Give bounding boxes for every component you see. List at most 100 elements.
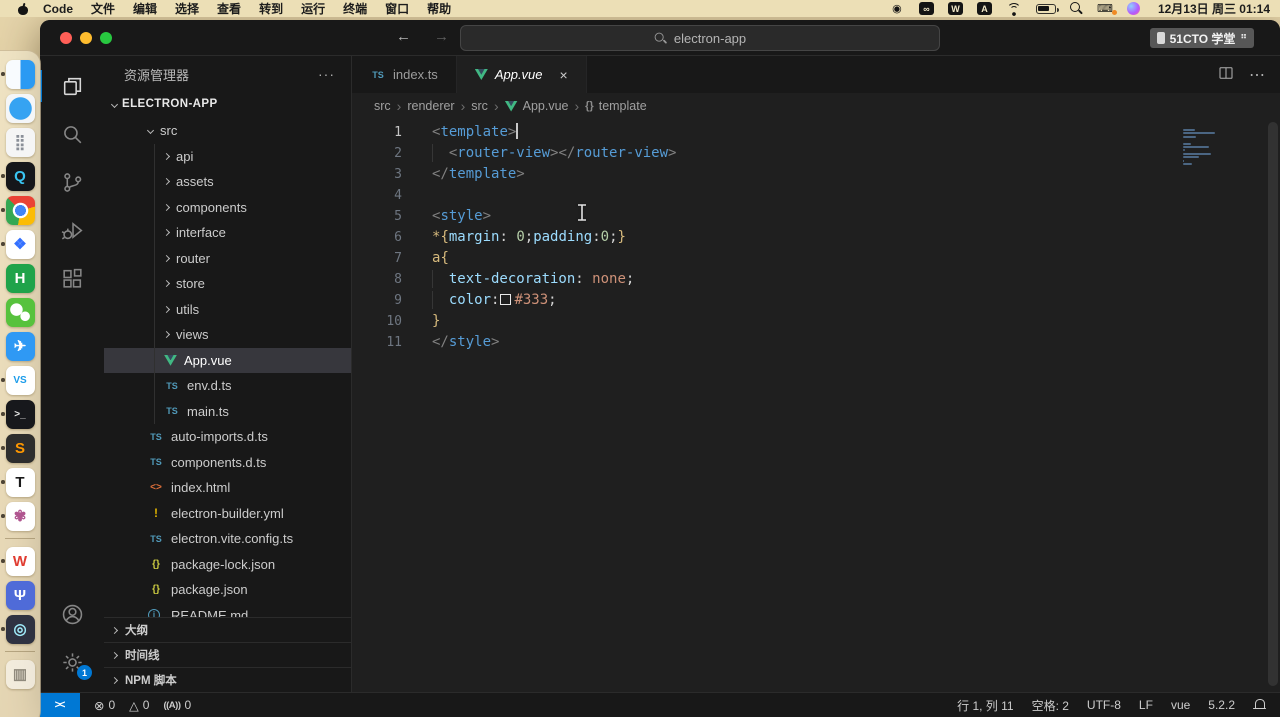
menu-app-name[interactable]: Code [43, 2, 73, 16]
file-electron.vite.config.ts[interactable]: TSelectron.vite.config.ts [104, 526, 351, 552]
run-debug-icon[interactable] [40, 206, 104, 254]
nav-forward-icon[interactable]: → [434, 28, 449, 45]
minimize-window-button[interactable] [80, 32, 92, 44]
menu-item[interactable]: 窗口 [385, 0, 409, 17]
menu-item[interactable]: 编辑 [133, 0, 157, 17]
zoom-window-button[interactable] [100, 32, 112, 44]
folder-router[interactable]: router [104, 246, 351, 272]
panel-时间线[interactable]: 时间线 [104, 642, 351, 667]
breadcrumb-item[interactable]: App.vue [505, 99, 569, 113]
menu-item[interactable]: 运行 [301, 0, 325, 17]
chrome-dock-icon[interactable] [4, 195, 36, 225]
typora-dock-icon[interactable]: T [4, 467, 36, 497]
folder-interface[interactable]: interface [104, 220, 351, 246]
assistant-menu-icon[interactable]: A [977, 2, 992, 15]
scrollbar[interactable] [1268, 122, 1278, 686]
status-item-0[interactable]: 行 1, 列 11 [957, 697, 1013, 714]
h-app-dock-icon[interactable]: H [4, 263, 36, 293]
file-electron-builder.yml[interactable]: !electron-builder.yml [104, 501, 351, 527]
status-item-4[interactable]: vue [1171, 698, 1190, 712]
folder-views[interactable]: views [104, 322, 351, 348]
wechat-dock-icon[interactable] [4, 297, 36, 327]
vscode-dock-icon[interactable]: VS [4, 365, 36, 395]
menu-item[interactable]: 终端 [343, 0, 367, 17]
folder-assets[interactable]: assets [104, 169, 351, 195]
menu-item[interactable]: 查看 [217, 0, 241, 17]
folder-components[interactable]: components [104, 195, 351, 221]
deer-app-dock-icon[interactable]: Ψ [4, 580, 36, 610]
apple-menu-icon[interactable] [18, 3, 29, 15]
remote-indicator[interactable]: >< [40, 693, 80, 717]
terminal-dock-icon[interactable]: >_ [4, 399, 36, 429]
accounts-icon[interactable] [40, 590, 104, 638]
safari-dock-icon[interactable] [4, 93, 36, 123]
panel-大纲[interactable]: 大纲 [104, 617, 351, 642]
status-item-2[interactable]: UTF-8 [1087, 698, 1121, 712]
qq-dock-icon[interactable]: Q [4, 161, 36, 191]
split-editor-icon[interactable] [1217, 64, 1235, 85]
meeting-app-icon[interactable]: ∞ [919, 2, 934, 15]
wifi-icon[interactable] [1006, 2, 1022, 16]
file-env.d.ts[interactable]: TSenv.d.ts [104, 373, 351, 399]
radio-status[interactable]: ((A))0 [163, 698, 191, 712]
close-tab-icon[interactable]: × [560, 67, 568, 83]
settings-icon[interactable]: 1 [40, 638, 104, 686]
feishu-dock-icon[interactable]: ❖ [4, 229, 36, 259]
trash-dock-icon[interactable]: ▥ [4, 659, 36, 689]
source-control-icon[interactable] [40, 158, 104, 206]
folder-utils[interactable]: utils [104, 297, 351, 323]
launchpad-dock-icon[interactable]: ⣿ [4, 127, 36, 157]
screen-record-icon[interactable]: ◉ [889, 2, 905, 16]
panel-NPM 脚本[interactable]: NPM 脚本 [104, 667, 351, 692]
sidebar-more-icon[interactable]: ··· [318, 66, 335, 82]
menu-item[interactable]: 转到 [259, 0, 283, 17]
breadcrumb-item[interactable]: src [471, 99, 488, 113]
notifications-bell-icon[interactable] [1253, 699, 1266, 711]
menu-item[interactable]: 选择 [175, 0, 199, 17]
nav-back-icon[interactable]: ← [396, 28, 411, 45]
electron-app-dock-icon[interactable]: ◎ [4, 614, 36, 644]
status-item-3[interactable]: LF [1139, 698, 1153, 712]
battery-icon[interactable] [1036, 4, 1056, 14]
file-index.html[interactable]: <>index.html [104, 475, 351, 501]
project-header[interactable]: ELECTRON-APP [104, 92, 351, 116]
extensions-icon[interactable] [40, 254, 104, 302]
spotlight-icon[interactable] [1070, 2, 1083, 15]
tab-index.ts[interactable]: TSindex.ts [352, 56, 457, 93]
folder-api[interactable]: api [104, 144, 351, 170]
status-item-5[interactable]: 5.2.2 [1208, 698, 1235, 712]
siri-icon[interactable] [1127, 2, 1140, 15]
error-status[interactable]: ⊗0 [94, 698, 115, 713]
finder-dock-icon[interactable] [4, 59, 36, 89]
file-package-lock.json[interactable]: {}package-lock.json [104, 552, 351, 578]
breadcrumb-item[interactable]: {}template [585, 99, 647, 113]
wps-dock-icon[interactable]: W [4, 546, 36, 576]
file-components.d.ts[interactable]: TScomponents.d.ts [104, 450, 351, 476]
folder-src[interactable]: src [104, 118, 351, 144]
paint-app-dock-icon[interactable]: ✾ [4, 501, 36, 531]
breadcrumb-item[interactable]: renderer [407, 99, 454, 113]
menu-item[interactable]: 帮助 [427, 0, 451, 17]
input-source-icon[interactable]: ⌨ [1097, 2, 1113, 16]
menubar-clock[interactable]: 12月13日 周三 01:14 [1158, 0, 1270, 17]
file-package.json[interactable]: {}package.json [104, 577, 351, 603]
wps-menu-icon[interactable]: W [948, 2, 963, 15]
breadcrumb-item[interactable]: src [374, 99, 391, 113]
close-window-button[interactable] [60, 32, 72, 44]
menu-item[interactable]: 文件 [91, 0, 115, 17]
file-main.ts[interactable]: TSmain.ts [104, 399, 351, 425]
command-center-search[interactable]: electron-app [460, 25, 940, 51]
file-auto-imports.d.ts[interactable]: TSauto-imports.d.ts [104, 424, 351, 450]
more-actions-icon[interactable]: ⋯ [1249, 65, 1266, 85]
bird-app-dock-icon[interactable]: ✈ [4, 331, 36, 361]
tab-App.vue[interactable]: App.vue× [457, 56, 587, 93]
minimap[interactable] [1183, 129, 1215, 166]
folder-store[interactable]: store [104, 271, 351, 297]
status-item-1[interactable]: 空格: 2 [1032, 697, 1069, 714]
code-area[interactable]: 1<template>2 <router-view></router-view>… [352, 119, 1280, 692]
search-icon[interactable] [40, 110, 104, 158]
file-App.vue[interactable]: App.vue [104, 348, 351, 374]
explorer-icon[interactable] [40, 62, 104, 110]
warning-status[interactable]: △0 [129, 698, 149, 713]
sublime-text-dock-icon[interactable]: S [4, 433, 36, 463]
